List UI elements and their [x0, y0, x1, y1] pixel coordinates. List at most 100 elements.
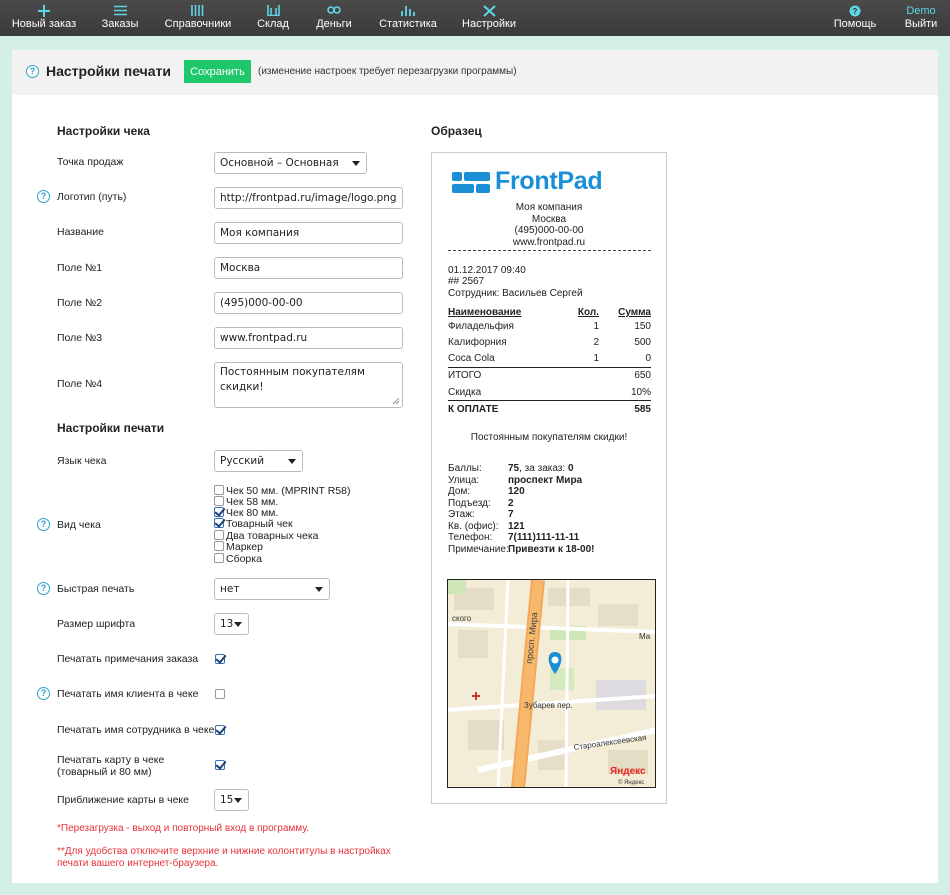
nav-settings[interactable]: Настройки	[460, 0, 518, 36]
kv-value: проспект Мира	[508, 475, 583, 486]
kv-value: 7	[508, 509, 514, 520]
field2-input[interactable]: (495)000-00-00	[214, 292, 403, 314]
kv-value: 121	[508, 521, 525, 532]
column-header: Наименование	[448, 307, 522, 318]
browser-note: **Для удобства отключите верхние и нижни…	[57, 846, 391, 870]
nav-warehouse[interactable]: Склад	[252, 0, 294, 36]
nav-new-order[interactable]: Новый заказ	[10, 0, 78, 36]
field4-textarea[interactable]: Постоянным покупателям скидки!	[214, 362, 403, 408]
nav-label: Выйти	[904, 18, 938, 30]
help-icon[interactable]: ?	[37, 518, 50, 531]
divider	[448, 400, 651, 401]
divider	[448, 367, 651, 368]
kv-label: Баллы:	[448, 463, 482, 474]
nav-label: Статистика	[379, 18, 437, 30]
nav-help[interactable]: ? Помощь	[831, 0, 879, 36]
name-label: Название	[57, 226, 104, 238]
bars-icon	[163, 0, 233, 17]
nav-label: Справочники	[164, 18, 232, 30]
save-note: (изменение настроек требует перезагрузки…	[258, 66, 517, 77]
field3-label: Поле №3	[57, 332, 103, 344]
print-employee-label: Печатать имя сотрудника в чеке	[57, 724, 215, 736]
item-qty: 1	[593, 321, 599, 332]
print-map-checkbox[interactable]	[215, 760, 225, 770]
note-line: печати вашего интернет-браузера.	[57, 858, 219, 869]
field1-input[interactable]: Москва	[214, 257, 403, 279]
warehouse-icon	[252, 0, 294, 17]
quick-print-select[interactable]: нет	[214, 578, 330, 600]
language-label: Язык чека	[57, 455, 107, 467]
checkbox[interactable]	[214, 496, 224, 506]
resize-handle-icon[interactable]	[393, 398, 400, 405]
checkbox[interactable]	[214, 541, 224, 551]
total-label: ИТОГО	[448, 370, 482, 381]
kv-value: 2	[508, 498, 514, 509]
item-sum: 500	[634, 337, 651, 348]
language-select[interactable]: Русский	[214, 450, 303, 472]
item-qty: 2	[593, 337, 599, 348]
svg-text:?: ?	[853, 7, 858, 16]
logo-path-input[interactable]: http://frontpad.ru/image/logo.png	[214, 187, 403, 209]
field4-label: Поле №4	[57, 378, 103, 390]
nav-label: Помощь	[833, 18, 877, 30]
kv-value: 7(111)111-11-11	[508, 532, 580, 543]
checkbox[interactable]	[214, 530, 224, 540]
nav-logout[interactable]: Demo Выйти	[896, 0, 946, 36]
item-name: Калифорния	[448, 337, 507, 348]
to-pay-label: К ОПЛАТЕ	[448, 404, 499, 415]
help-icon: ?	[831, 0, 879, 17]
bonus-suffix-value: 0	[567, 463, 574, 474]
checkbox[interactable]	[214, 485, 224, 495]
kv-label: Улица:	[448, 475, 480, 486]
print-client-checkbox[interactable]	[215, 689, 225, 699]
page-title: Настройки печати	[46, 63, 172, 79]
print-employee-checkbox[interactable]	[215, 725, 225, 735]
map-zoom-select[interactable]: 15	[214, 789, 249, 811]
point-of-sale-select[interactable]: Основной – Основная	[214, 152, 367, 174]
map-street-label: ского	[452, 614, 472, 623]
nav-directories[interactable]: Справочники	[163, 0, 233, 36]
divider	[448, 250, 651, 251]
receipt-type-option[interactable]: Сборка	[214, 553, 262, 565]
checkbox-checked[interactable]	[214, 507, 224, 517]
chevron-down-icon	[315, 587, 323, 592]
user-name: Demo	[906, 5, 936, 17]
item-sum: 150	[634, 321, 651, 332]
receipt-item-row: Филадельфия 1 150	[448, 321, 651, 333]
field3-input[interactable]: www.frontpad.ru	[214, 327, 403, 349]
kv-value: 120	[508, 486, 525, 497]
font-size-select[interactable]: 13	[214, 613, 249, 635]
receipt-type-option[interactable]: Маркер	[214, 541, 263, 553]
receipt-type-option[interactable]: Товарный чек	[214, 518, 293, 530]
print-map-label: Печатать карту в чеке (товарный и 80 мм)	[57, 754, 164, 778]
company-name-input[interactable]: Моя компания	[214, 222, 403, 244]
help-icon[interactable]: ?	[26, 65, 39, 78]
receipt-phone: (495)000-00-00	[514, 225, 584, 236]
option-label: Сборка	[226, 553, 262, 565]
chevron-down-icon	[352, 161, 360, 166]
print-notes-checkbox[interactable]	[215, 654, 225, 664]
label-line: (товарный и 80 мм)	[57, 766, 152, 778]
kv-value: Привезти к 18-00!	[508, 544, 595, 555]
receipt-item-row: Калифорния 2 500	[448, 337, 651, 349]
map-brand-sub: © Яндекс	[618, 779, 644, 786]
logo-label: Логотип (путь)	[57, 191, 127, 203]
checkbox[interactable]	[214, 553, 224, 563]
option-label: Маркер	[226, 541, 263, 553]
nav-statistics[interactable]: Статистика	[377, 0, 439, 36]
nav-label: Заказы	[101, 18, 139, 30]
checkbox-checked[interactable]	[214, 518, 224, 528]
tools-icon	[460, 0, 518, 17]
receipt-datetime: 01.12.2017 09:40	[448, 265, 526, 276]
save-button[interactable]: Сохранить	[184, 60, 251, 83]
help-icon[interactable]: ?	[37, 687, 50, 700]
receipt-item-row: Coca Cola 1 0	[448, 353, 651, 365]
bonus-value: 75	[508, 463, 520, 474]
help-icon[interactable]: ?	[37, 582, 50, 595]
note-line: **Для удобства отключите верхние и нижни…	[57, 846, 391, 857]
help-icon[interactable]: ?	[37, 190, 50, 203]
nav-orders[interactable]: Заказы	[96, 0, 144, 36]
receipt-table-header: Наименование Кол. Сумма	[448, 307, 651, 319]
logo-text: FrontPad	[495, 167, 603, 195]
nav-money[interactable]: Деньги	[312, 0, 356, 36]
